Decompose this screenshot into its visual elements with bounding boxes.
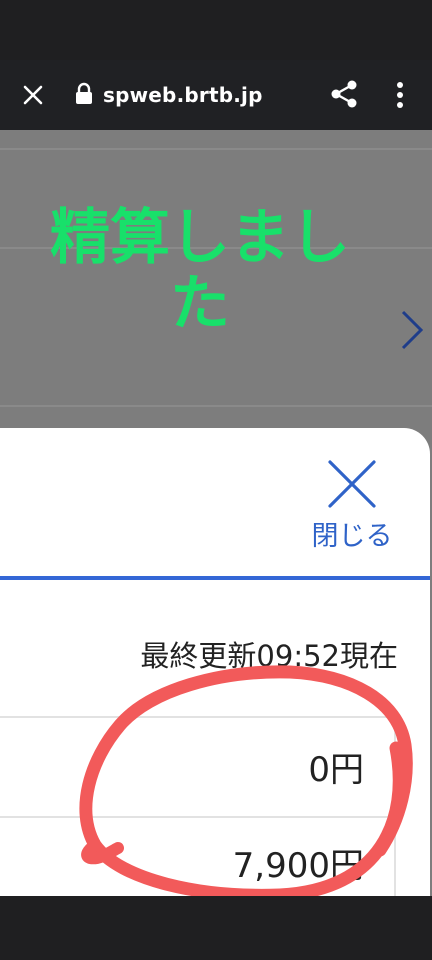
- status-bar: [0, 0, 432, 60]
- close-icon: [326, 458, 378, 510]
- close-button[interactable]: 閉じる: [300, 454, 404, 564]
- share-icon[interactable]: [328, 78, 360, 110]
- banner-line-1: 精算しまし: [50, 203, 350, 273]
- page-divider: [0, 405, 432, 407]
- table-border: [394, 718, 396, 896]
- chevron-right-icon[interactable]: [395, 306, 429, 354]
- system-nav-bar: [0, 896, 432, 960]
- amount-value: 7,900円: [232, 846, 364, 886]
- settlement-banner: 精算しまし た: [0, 205, 400, 337]
- banner-line-2: た: [170, 269, 230, 339]
- row-divider: [0, 716, 396, 718]
- close-tab-icon[interactable]: [18, 80, 48, 110]
- more-options-icon[interactable]: [388, 78, 412, 112]
- amount-value: 0円: [308, 750, 364, 790]
- url-text[interactable]: spweb.brtb.jp: [103, 80, 263, 110]
- last-updated-text: 最終更新09:52現在: [140, 639, 398, 673]
- browser-toolbar: spweb.brtb.jp: [0, 60, 432, 130]
- bottom-sheet: 閉じる 最終更新09:52現在 0円 7,900円: [0, 428, 430, 896]
- page-divider: [0, 148, 432, 150]
- lock-icon: [74, 82, 94, 106]
- close-label: 閉じる: [311, 521, 393, 552]
- header-divider: [0, 576, 430, 580]
- row-divider: [0, 816, 396, 818]
